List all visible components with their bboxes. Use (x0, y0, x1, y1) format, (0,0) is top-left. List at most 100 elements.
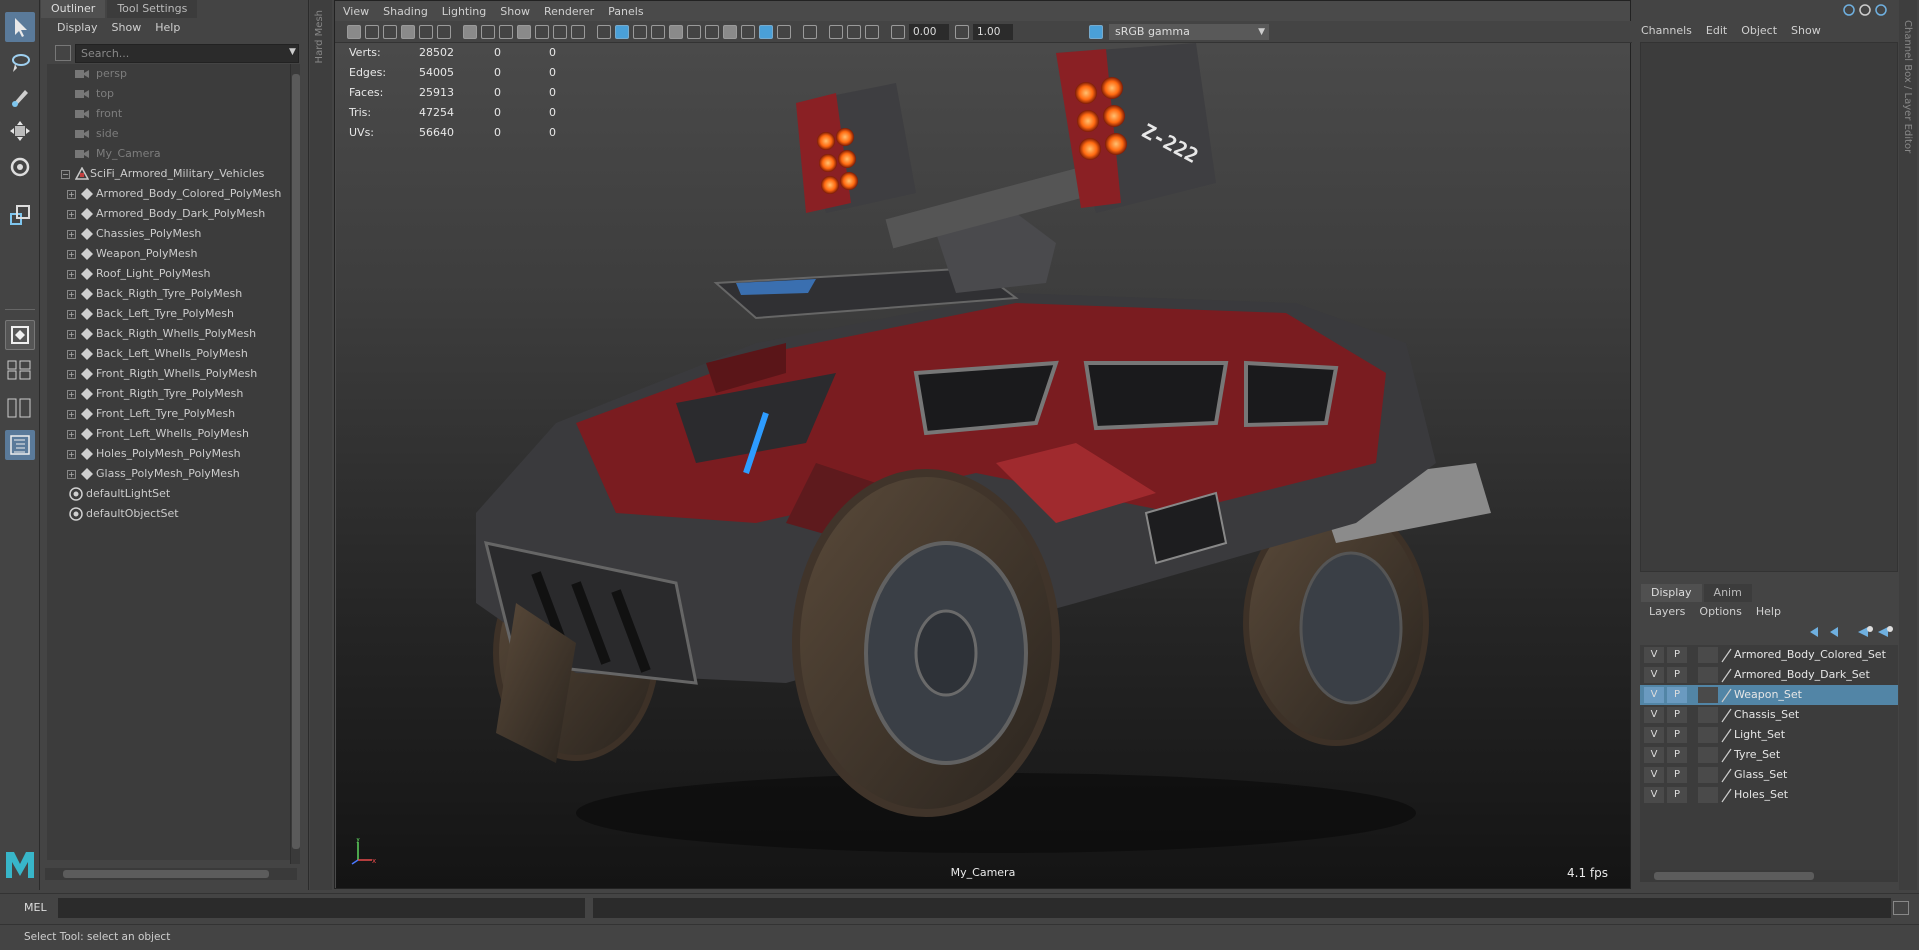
layer-playback-toggle[interactable]: P (1667, 727, 1687, 743)
expand-icon[interactable]: + (67, 190, 76, 199)
expand-icon[interactable]: + (67, 370, 76, 379)
list-item-mesh[interactable]: + Back_Left_Whells_PolyMesh (47, 344, 293, 364)
layer-color-swatch[interactable] (1698, 667, 1718, 683)
menu-help[interactable]: Help (155, 19, 180, 37)
list-item-mesh[interactable]: + Front_Left_Tyre_PolyMesh (47, 404, 293, 424)
depth-of-field-icon[interactable] (777, 25, 791, 39)
layer-playback-toggle[interactable]: P (1667, 767, 1687, 783)
mel-label[interactable]: MEL (24, 901, 47, 914)
smooth-shade-icon[interactable] (615, 25, 629, 39)
camera-attributes-icon[interactable] (365, 25, 379, 39)
gamma-field[interactable]: 1.00 (973, 24, 1013, 40)
layer-visibility-toggle[interactable]: V (1644, 687, 1664, 703)
viewport-canvas[interactable]: Z-222 Verts: 28502 0 0 Edges: 54005 0 0 Faces: 25… (336, 43, 1630, 888)
list-item-group[interactable]: − SciFi_Armored_Military_Vehicles (47, 164, 293, 184)
grid-icon[interactable] (463, 25, 477, 39)
sync-icon[interactable] (1843, 4, 1855, 16)
layer-edit-icon[interactable] (1720, 787, 1732, 803)
expand-icon[interactable]: + (67, 470, 76, 479)
menu-show[interactable]: Show (112, 19, 142, 37)
two-view-layout-icon[interactable] (5, 393, 35, 423)
expand-icon[interactable]: + (67, 450, 76, 459)
menu-show[interactable]: Show (1791, 22, 1821, 40)
expand-icon[interactable]: + (67, 410, 76, 419)
list-item-mesh[interactable]: + Weapon_PolyMesh (47, 244, 293, 264)
chevron-down-icon[interactable]: ▼ (289, 47, 296, 57)
layer-row[interactable]: V P Glass_Set (1640, 765, 1898, 785)
scale-icon[interactable] (5, 200, 35, 230)
list-item-mesh[interactable]: + Armored_Body_Colored_PolyMesh (47, 184, 293, 204)
settings-icon[interactable] (1859, 4, 1871, 16)
expand-icon[interactable]: + (67, 390, 76, 399)
select-camera-icon[interactable] (347, 25, 361, 39)
list-item-mesh[interactable]: + Front_Left_Whells_PolyMesh (47, 424, 293, 444)
select-arrow-icon[interactable] (5, 12, 35, 42)
layer-color-swatch[interactable] (1698, 647, 1718, 663)
menu-view[interactable]: View (343, 3, 369, 21)
search-input[interactable]: Search... (75, 44, 299, 63)
layer-visibility-toggle[interactable]: V (1644, 747, 1664, 763)
layer-edit-icon[interactable] (1720, 727, 1732, 743)
exposure-field[interactable]: 0.00 (909, 24, 949, 40)
list-item-set[interactable]: defaultObjectSet (47, 504, 293, 524)
layer-color-swatch[interactable] (1698, 787, 1718, 803)
mel-input[interactable] (58, 898, 585, 918)
bookmark-icon[interactable] (383, 25, 397, 39)
layer-color-swatch[interactable] (1698, 727, 1718, 743)
layer-color-swatch[interactable] (1698, 707, 1718, 723)
menu-display[interactable]: Display (57, 19, 98, 37)
motion-blur-icon[interactable] (741, 25, 755, 39)
resolution-gate-icon[interactable] (499, 25, 513, 39)
outliner-vertical-scrollbar[interactable] (290, 64, 300, 864)
list-item-mesh[interactable]: + Holes_PolyMesh_PolyMesh (47, 444, 293, 464)
expand-icon[interactable]: + (67, 270, 76, 279)
tab-anim[interactable]: Anim (1703, 584, 1752, 602)
layer-playback-toggle[interactable]: P (1667, 647, 1687, 663)
new-layer-from-selected-icon[interactable] (1878, 626, 1893, 637)
expand-icon[interactable]: + (67, 430, 76, 439)
expand-icon[interactable]: + (67, 250, 76, 259)
expand-icon[interactable]: + (67, 350, 76, 359)
default-material-icon[interactable] (633, 25, 647, 39)
layer-row[interactable]: V P Tyre_Set (1640, 745, 1898, 765)
move-icon[interactable] (5, 116, 35, 146)
lasso-icon[interactable] (5, 48, 35, 78)
new-layer-icon[interactable] (1858, 626, 1873, 637)
isolate-select-icon[interactable] (803, 25, 817, 39)
layer-edit-icon[interactable] (1720, 687, 1732, 703)
use-all-lights-icon[interactable] (687, 25, 701, 39)
menu-panels[interactable]: Panels (608, 3, 643, 21)
layer-visibility-toggle[interactable]: V (1644, 647, 1664, 663)
menu-show[interactable]: Show (500, 3, 530, 21)
layer-row[interactable]: V P Armored_Body_Colored_Set (1640, 645, 1898, 665)
channel-box-area[interactable] (1640, 42, 1898, 572)
xray-components-icon[interactable] (865, 25, 879, 39)
gate-mask-icon[interactable] (517, 25, 531, 39)
list-item-mesh[interactable]: + Roof_Light_PolyMesh (47, 264, 293, 284)
outliner-horizontal-scrollbar[interactable] (45, 868, 297, 880)
layer-horizontal-scrollbar[interactable] (1640, 870, 1898, 882)
layer-visibility-toggle[interactable]: V (1644, 787, 1664, 803)
safe-action-icon[interactable] (553, 25, 567, 39)
list-item-set[interactable]: defaultLightSet (47, 484, 293, 504)
list-item-mesh[interactable]: + Front_Rigth_Tyre_PolyMesh (47, 384, 293, 404)
menu-lighting[interactable]: Lighting (442, 3, 486, 21)
list-item-mesh[interactable]: + Glass_PolyMesh_PolyMesh (47, 464, 293, 484)
move-layer-down-icon[interactable] (1830, 627, 1838, 637)
layer-edit-icon[interactable] (1720, 707, 1732, 723)
textured-icon[interactable] (669, 25, 683, 39)
list-item-mesh[interactable]: + Back_Left_Tyre_PolyMesh (47, 304, 293, 324)
list-item-mesh[interactable]: + Chassies_PolyMesh (47, 224, 293, 244)
wireframe-on-shaded-icon[interactable] (651, 25, 665, 39)
expand-icon[interactable]: + (67, 310, 76, 319)
grease-pencil-icon[interactable] (419, 25, 433, 39)
menu-object[interactable]: Object (1741, 22, 1777, 40)
list-item-mesh[interactable]: + Back_Rigth_Tyre_PolyMesh (47, 284, 293, 304)
list-item[interactable]: top (47, 84, 293, 104)
list-item-mesh[interactable]: + Armored_Body_Dark_PolyMesh (47, 204, 293, 224)
layer-edit-icon[interactable] (1720, 747, 1732, 763)
gamma-icon[interactable] (955, 25, 969, 39)
expand-icon[interactable]: + (67, 230, 76, 239)
expand-icon[interactable]: + (67, 290, 76, 299)
tab-tool-settings[interactable]: Tool Settings (107, 0, 198, 18)
